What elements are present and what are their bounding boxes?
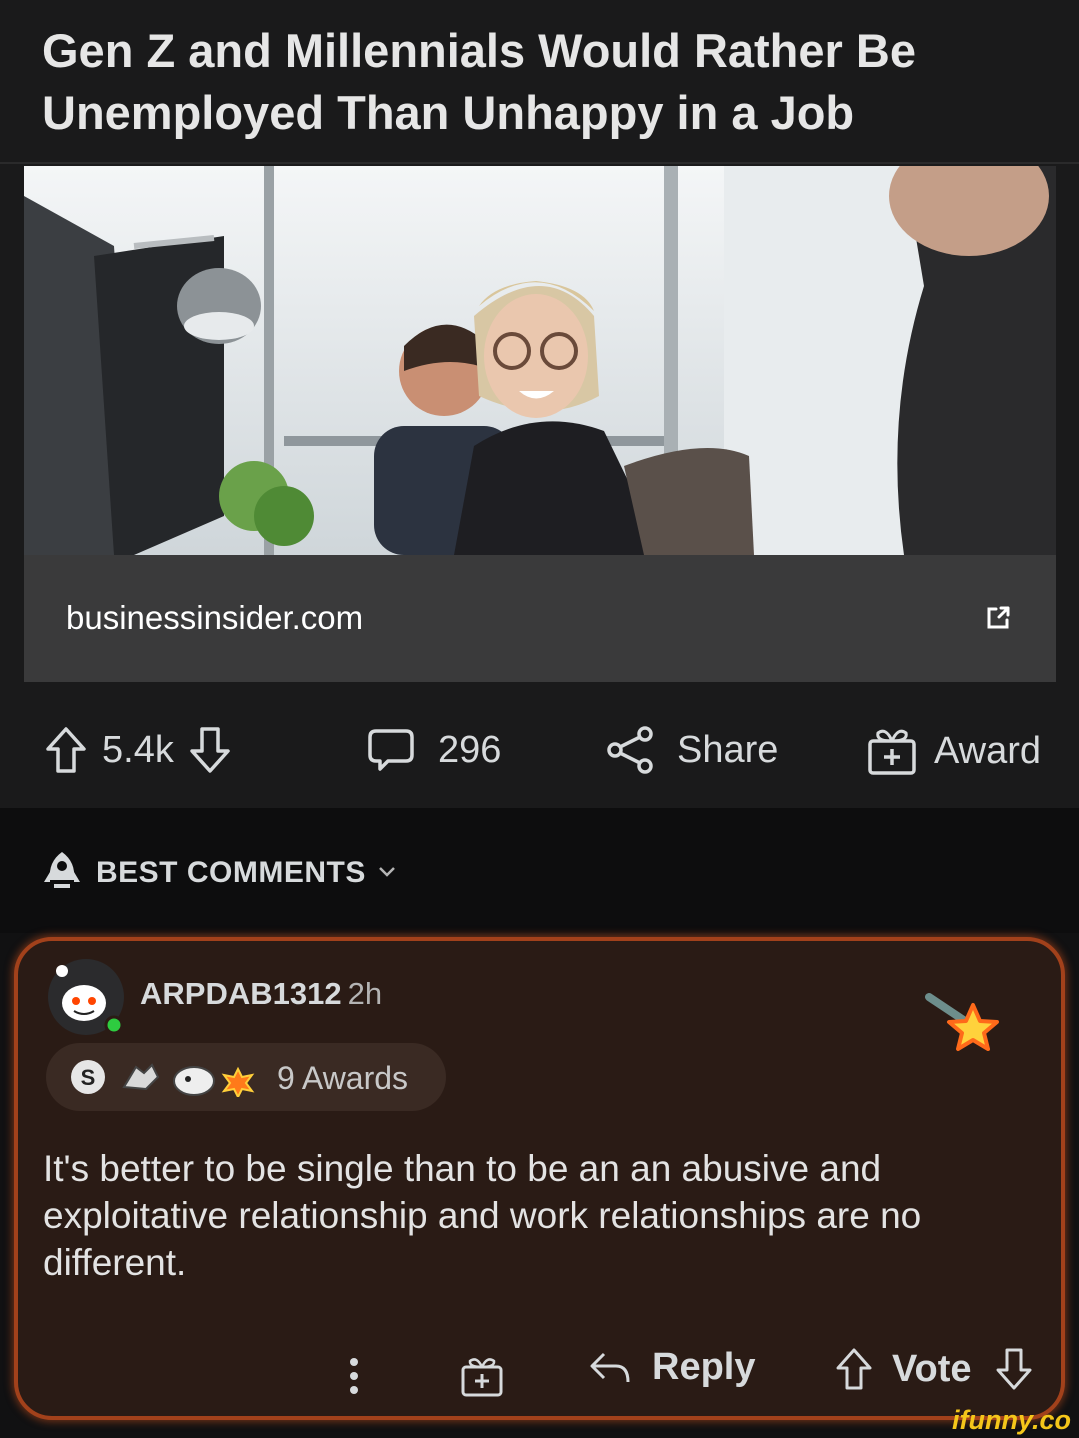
post-title: Gen Z and Millennials Would Rather Be Un… (42, 24, 916, 139)
comment-meta: ARPDAB1312 2h (140, 976, 382, 1012)
comment-author[interactable]: ARPDAB1312 (140, 976, 342, 1011)
online-status-dot (104, 1015, 124, 1035)
handshake-award-icon (122, 1063, 160, 1091)
post-action-bar: 5.4k 296 Share Award (0, 682, 1079, 808)
wholesome-award-icon (173, 1066, 215, 1096)
post-header: Gen Z and Millennials Would Rather Be Un… (0, 0, 1079, 162)
vote-label: Vote (892, 1347, 972, 1390)
comment-icon (368, 729, 414, 771)
article-thumbnail[interactable] (24, 166, 1056, 555)
vote-group: 5.4k (44, 725, 232, 775)
rocket-icon (44, 852, 80, 888)
reply-icon (590, 1352, 630, 1382)
external-link-icon[interactable] (984, 604, 1012, 632)
link-domain: businessinsider.com (66, 599, 364, 636)
share-icon (607, 726, 653, 774)
upvote-icon[interactable] (834, 1346, 874, 1392)
comment-sort-bar[interactable]: BEST COMMENTS (0, 808, 1079, 933)
downvote-icon[interactable] (188, 725, 232, 775)
share-button[interactable]: Share (605, 725, 778, 775)
awards-pill[interactable]: S 9 Awards (46, 1043, 446, 1111)
comment-body: It's better to be single than to be an a… (43, 1148, 922, 1283)
comment-vote-group: Vote (834, 1346, 1034, 1392)
comment-action-bar: Reply Vote (18, 1346, 1069, 1406)
sort-label: BEST COMMENTS (96, 856, 366, 889)
burst-award-icon (221, 1066, 255, 1097)
reply-button[interactable]: Reply (588, 1346, 755, 1389)
downvote-icon[interactable] (994, 1346, 1034, 1392)
awards-count: 9 Awards (277, 1060, 409, 1096)
chevron-down-icon[interactable] (378, 866, 396, 878)
award-button[interactable]: Award (866, 725, 1041, 777)
more-vertical-icon[interactable] (348, 1356, 360, 1396)
link-preview-card[interactable]: businessinsider.com (0, 162, 1079, 682)
comment-card: ARPDAB1312 2h S 9 Awards It's better to b… (14, 937, 1065, 1420)
comment-count: 296 (438, 728, 502, 771)
comments-button[interactable]: 296 (366, 725, 501, 775)
star-award-icon (925, 993, 999, 1051)
avatar[interactable] (44, 955, 128, 1039)
comment-time: 2h (347, 976, 383, 1011)
award-label: Award (934, 729, 1042, 772)
silver-award-icon: S (81, 1065, 96, 1090)
gift-icon (868, 729, 916, 775)
ifunny-watermark: ifunny.co (952, 1405, 1071, 1435)
office-photo (24, 166, 1056, 555)
gift-icon[interactable] (460, 1354, 504, 1398)
share-label: Share (677, 728, 779, 771)
link-domain-bar[interactable]: businessinsider.com (24, 555, 1056, 682)
reply-label: Reply (652, 1346, 756, 1388)
upvote-count: 5.4k (102, 728, 174, 771)
upvote-icon[interactable] (44, 725, 88, 775)
award-icons: S (71, 1060, 255, 1097)
